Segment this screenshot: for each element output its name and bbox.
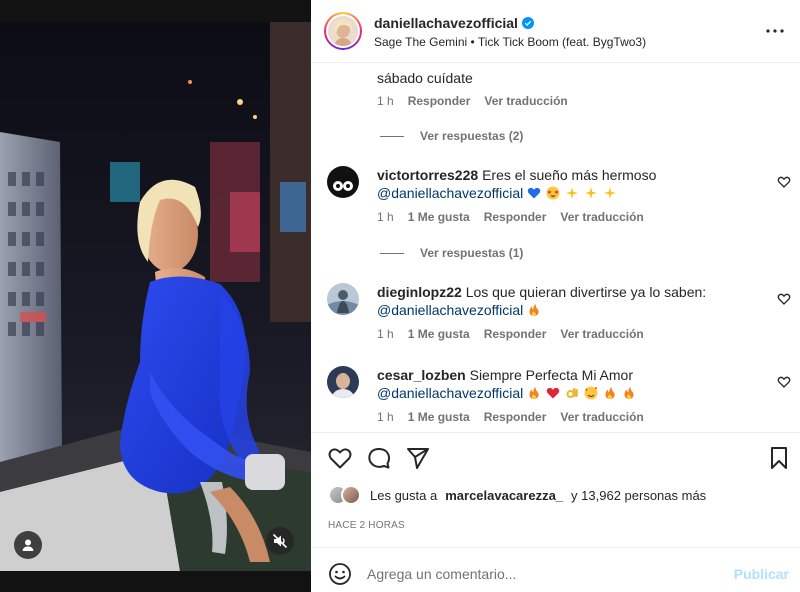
comment-meta: 1 h 1 Me gusta Responder Ver traducción: [377, 410, 644, 424]
sparkles-icon: [603, 187, 616, 199]
user-icon: [22, 539, 34, 551]
fire-icon: [605, 387, 615, 399]
likers-avatars: [328, 485, 362, 505]
reply-button[interactable]: Responder: [484, 410, 547, 424]
author-username[interactable]: daniellachavezofficial: [374, 15, 534, 31]
like-heart-icon[interactable]: [327, 445, 353, 471]
add-comment-input[interactable]: [367, 560, 727, 588]
author-username-text[interactable]: daniellachavezofficial: [374, 15, 518, 31]
audio-track-link[interactable]: Sage The Gemini • Tick Tick Boom (feat. …: [374, 35, 646, 49]
sparkles-icon: [565, 187, 578, 199]
mention-link[interactable]: @daniellachavezofficial: [377, 385, 523, 401]
like-comment-heart-icon[interactable]: [777, 175, 791, 189]
star-struck-icon: [546, 186, 560, 200]
view-replies-label[interactable]: Ver respuestas (1): [420, 246, 523, 260]
mention-link[interactable]: @daniellachavezofficial: [377, 302, 523, 318]
comment-likes-count[interactable]: 1 Me gusta: [408, 410, 470, 424]
comment-likes-count[interactable]: 1 Me gusta: [408, 327, 470, 341]
reply-button[interactable]: Responder: [484, 210, 547, 224]
replies-divider: [380, 135, 404, 137]
comment-meta: 1 h 1 Me gusta Responder Ver traducción: [377, 327, 644, 341]
more-options-button[interactable]: [764, 20, 786, 42]
comment-text: sábado cuídate: [377, 70, 473, 86]
emoji-smiley-icon[interactable]: [328, 562, 352, 586]
commenter-username[interactable]: victortorres228: [377, 167, 478, 183]
see-translation-button[interactable]: Ver traducción: [560, 410, 643, 424]
commenter-avatar-image: [327, 166, 359, 198]
sparkles-icon: [584, 187, 597, 199]
comment-time: 1 h: [377, 410, 394, 424]
share-paper-plane-icon[interactable]: [405, 445, 431, 471]
comment-emojis: [527, 385, 636, 401]
likes-suffix[interactable]: y 13,962 personas más: [571, 488, 706, 503]
fire-icon: [529, 304, 539, 316]
commenter-avatar[interactable]: [327, 166, 359, 198]
reel-video-frame: [0, 22, 311, 571]
view-replies-label[interactable]: Ver respuestas (2): [420, 129, 523, 143]
tagged-users-button[interactable]: [14, 531, 42, 559]
smiling-hearts-icon: [584, 386, 598, 400]
see-translation-button[interactable]: Ver traducción: [560, 210, 643, 224]
commenter-avatar[interactable]: [327, 366, 359, 398]
save-bookmark-icon[interactable]: [766, 445, 792, 471]
blue-heart-icon: [527, 187, 541, 199]
comment-body: Eres el sueño más hermoso: [482, 167, 657, 183]
fire-icon: [624, 387, 634, 399]
view-replies-button[interactable]: Ver respuestas (2): [380, 129, 523, 143]
comment-time: 1 h: [377, 94, 394, 108]
comment-time: 1 h: [377, 210, 394, 224]
muted-speaker-icon: [272, 533, 288, 549]
post-timestamp: HACE 2 HORAS: [328, 520, 405, 531]
likes-summary[interactable]: Les gusta a marcelavacarezza_ y 13,962 p…: [328, 485, 706, 505]
comment-time: 1 h: [377, 327, 394, 341]
view-replies-button[interactable]: Ver respuestas (1): [380, 246, 523, 260]
comment-composer: Publicar: [311, 547, 800, 592]
verified-badge-icon: [521, 17, 534, 29]
comment-text: victortorres228 Eres el sueño más hermos…: [377, 166, 656, 202]
comment-text: dieginlopz22 Los que quieran divertirse …: [377, 283, 706, 319]
reply-button[interactable]: Responder: [484, 327, 547, 341]
comment-body: Los que quieran divertirse ya lo saben:: [465, 284, 707, 300]
post-details-panel: daniellachavezofficial Sage The Gemini •…: [311, 0, 800, 592]
post-comment-button[interactable]: Publicar: [734, 566, 789, 582]
comment-text: cesar_lozben Siempre Perfecta Mi Amor @d…: [377, 366, 637, 402]
comment-body: Siempre Perfecta Mi Amor: [469, 367, 633, 383]
red-heart-icon: [546, 387, 560, 399]
replies-divider: [380, 252, 404, 254]
comment-meta: 1 h Responder Ver traducción: [377, 94, 568, 108]
commenter-avatar-image: [327, 366, 359, 398]
see-translation-button[interactable]: Ver traducción: [484, 94, 567, 108]
audio-toggle-button[interactable]: [266, 527, 294, 555]
author-avatar-image: [328, 16, 358, 46]
more-options-icon: [766, 29, 784, 33]
commenter-username[interactable]: dieginlopz22: [377, 284, 462, 300]
post-header: daniellachavezofficial Sage The Gemini •…: [311, 0, 800, 63]
comment-meta: 1 h 1 Me gusta Responder Ver traducción: [377, 210, 644, 224]
reel-video[interactable]: [0, 22, 311, 571]
reply-button[interactable]: Responder: [408, 94, 471, 108]
comments-list[interactable]: sábado cuídate 1 h Responder Ver traducc…: [311, 64, 800, 432]
commenter-avatar[interactable]: [327, 283, 359, 315]
post-actions: Les gusta a marcelavacarezza_ y 13,962 p…: [311, 432, 800, 548]
ok-hand-icon: [566, 388, 578, 398]
like-comment-heart-icon[interactable]: [777, 292, 791, 306]
see-translation-button[interactable]: Ver traducción: [560, 327, 643, 341]
likes-prefix: Les gusta a: [370, 487, 438, 503]
comment-likes-count[interactable]: 1 Me gusta: [408, 210, 470, 224]
author-avatar[interactable]: [324, 12, 362, 50]
commenter-username[interactable]: cesar_lozben: [377, 367, 466, 383]
comment-bubble-icon[interactable]: [366, 445, 392, 471]
like-comment-heart-icon[interactable]: [777, 375, 791, 389]
commenter-avatar-image: [327, 283, 359, 315]
fire-icon: [529, 387, 539, 399]
comment-emojis: [527, 185, 618, 201]
liker-username[interactable]: marcelavacarezza_: [445, 488, 563, 503]
mention-link[interactable]: @daniellachavezofficial: [377, 185, 523, 201]
